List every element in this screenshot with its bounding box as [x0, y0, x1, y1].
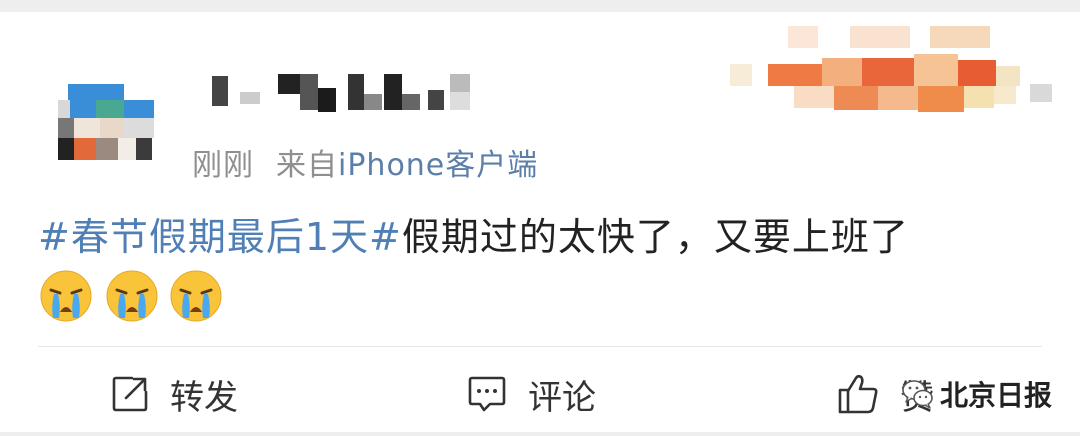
repost-label: 转发 — [170, 377, 238, 418]
divider — [38, 346, 1042, 347]
post-timestamp: 刚刚 — [192, 148, 254, 183]
post-content: #春节假期最后1天#假期过的太快了，又要上班了 — [38, 206, 909, 261]
hashtag-link[interactable]: #春节假期最后1天# — [38, 215, 402, 259]
comment-label: 评论 — [528, 377, 596, 418]
post-body-text: 假期过的太快了，又要上班了 — [401, 215, 909, 259]
post-source-prefix: 来自 — [276, 148, 338, 183]
watermark-text: 北京日报 — [940, 379, 1053, 412]
repost-icon — [112, 376, 148, 412]
thumbs-up-icon — [838, 374, 878, 414]
post-source-device[interactable]: iPhone客户端 — [338, 148, 538, 183]
post-meta: 刚刚 来自iPhone客户端 — [192, 140, 538, 184]
crying-face-icon — [106, 270, 158, 322]
user-badge-banner — [730, 26, 1060, 126]
avatar[interactable] — [44, 72, 156, 168]
watermark: 北京日报 — [902, 374, 1052, 414]
crying-face-icon — [40, 270, 92, 322]
username[interactable] — [200, 72, 490, 120]
comment-icon — [468, 376, 506, 412]
comment-button[interactable]: 评论 — [466, 368, 596, 420]
crying-face-icon — [170, 270, 222, 322]
repost-button[interactable]: 转发 — [110, 368, 238, 420]
weibo-post-card: 刚刚 来自iPhone客户端 #春节假期最后1天#假期过的太快了，又要上班了 转… — [0, 12, 1080, 432]
wechat-icon — [902, 380, 933, 409]
